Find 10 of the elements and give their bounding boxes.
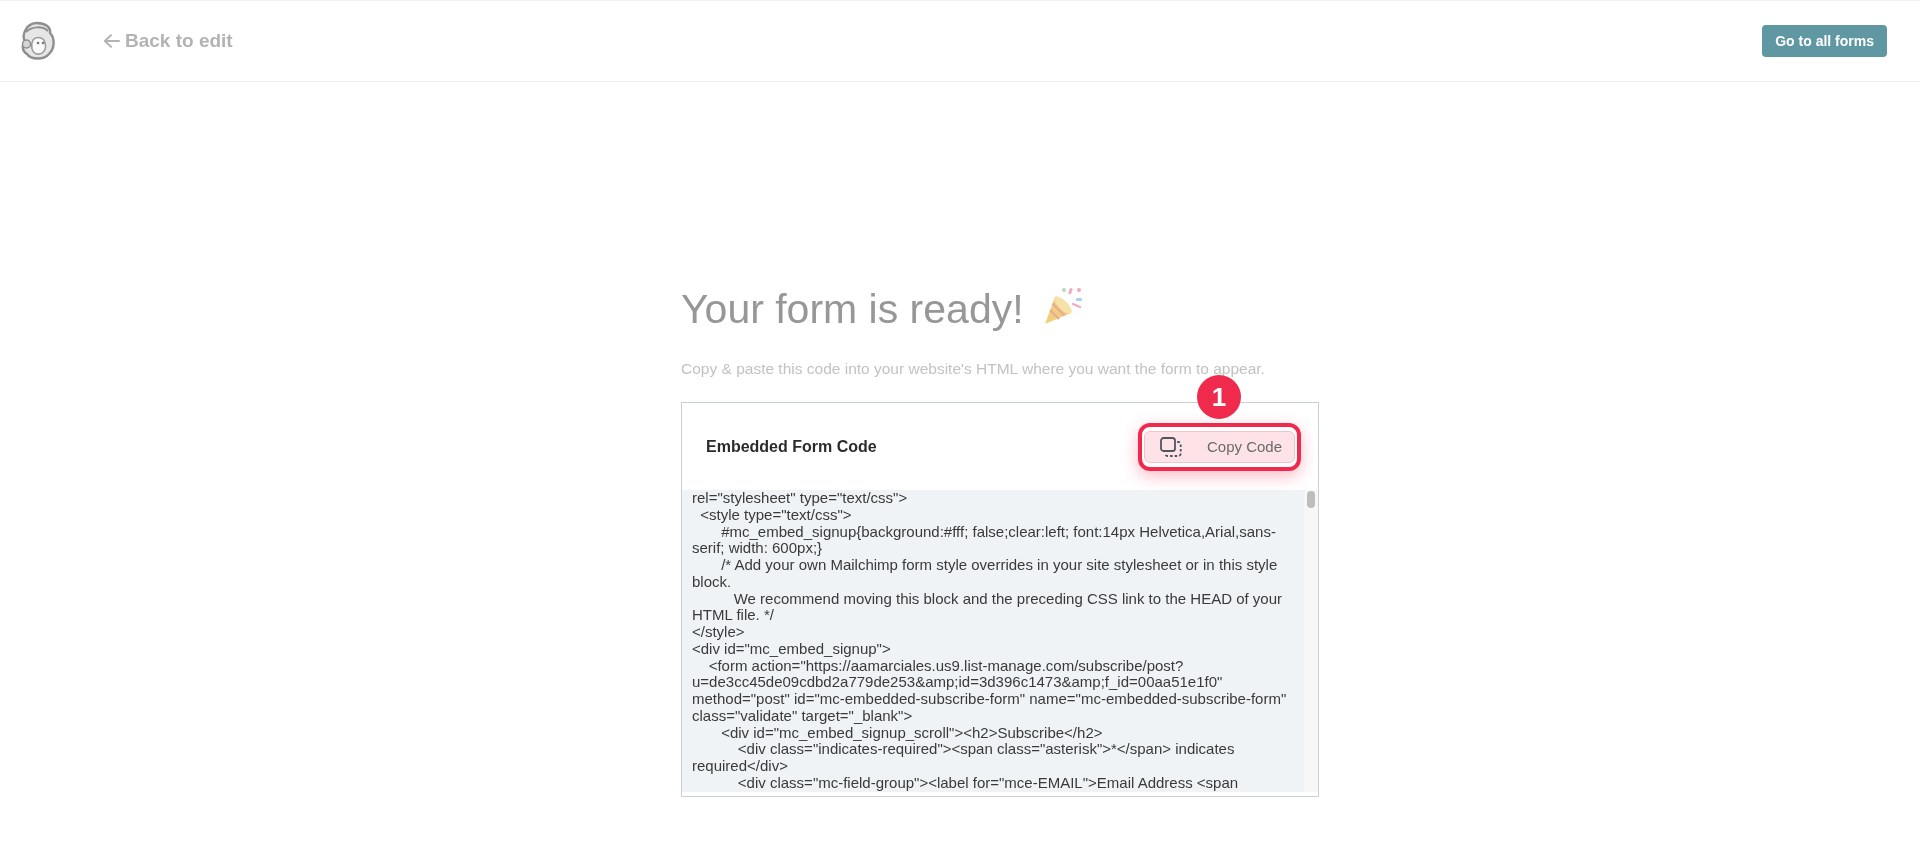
page-subtitle: Copy & paste this code into your website's HTML where you want the form to appear.	[681, 360, 1266, 378]
card-title: Embedded Form Code	[706, 437, 877, 456]
arrow-left-icon	[103, 34, 120, 48]
copy-code-button[interactable]: Copy Code	[1144, 430, 1295, 463]
go-to-all-forms-button[interactable]: Go to all forms	[1762, 25, 1887, 57]
scrollbar-thumb[interactable]	[1307, 491, 1315, 508]
code-field[interactable]: rel="stylesheet" type="text/css"> <style type="text/css"> #mc_embed_signup{background:#fff; false;clear:left; font:14px Helvetica,Arial,sans- serif; width: 600px;} /* Add your own Mailchimp form style overrides in your site stylesheet or in this style block. We recommend moving this block and the preceding CSS link to the HEAD of your HTML file. */ </style> <div id="mc_embed_signup"> <form action="https://aamarciales.us9.list-manage.com/subscribe/post? u=de3cc45de09cdbd2a779de253&amp;id=3d396c1473&amp;f_id=00aa51e1f0" method="post" id="mc-embedded-subscribe-form" name="mc-embedded-subscribe-form" class="validate" target="_blank"> <div id="mc_embed_signup_scroll"><h2>Subscribe</h2> <div class="indicates-required"><span class="asterisk">*</span> indicates required</div> <div class="mc-field-group"><label for="mce-EMAIL">Email Address <span	[682, 490, 1304, 792]
copy-icon	[1160, 436, 1182, 457]
page-title: Your form is ready!	[681, 285, 1024, 333]
step-number-badge: 1	[1197, 375, 1241, 419]
